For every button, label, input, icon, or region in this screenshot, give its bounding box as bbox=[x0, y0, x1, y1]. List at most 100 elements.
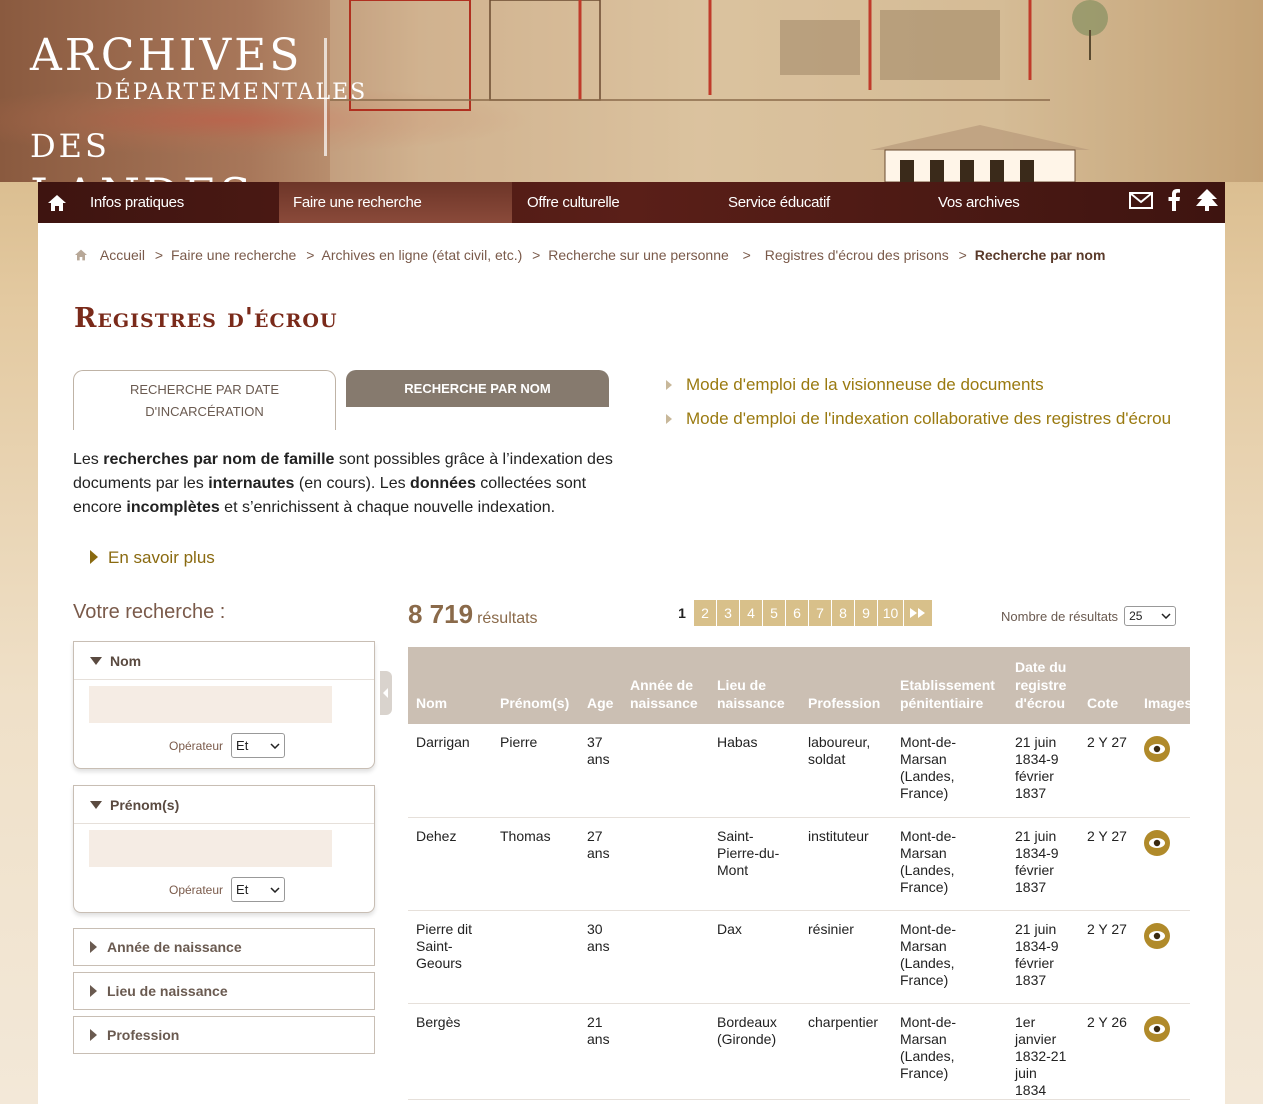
cell-profession: résinier bbox=[800, 910, 892, 1004]
eye-icon[interactable] bbox=[1144, 922, 1170, 949]
nav-faire-une-recherche[interactable]: Faire une recherche bbox=[279, 182, 512, 223]
cell-prenom bbox=[492, 910, 579, 1004]
col-header-profession[interactable]: Profession bbox=[800, 647, 892, 724]
operator-value: Et bbox=[236, 738, 249, 753]
page-1[interactable]: 1 bbox=[671, 600, 693, 626]
col-header-prenom[interactable]: Prénom(s) bbox=[492, 647, 579, 724]
col-header-nom[interactable]: Nom bbox=[408, 647, 492, 724]
col-header-cote[interactable]: Cote bbox=[1079, 647, 1136, 724]
col-header-age[interactable]: Age bbox=[579, 647, 622, 724]
mail-icon[interactable] bbox=[1129, 191, 1153, 214]
filter-prenom-header[interactable]: Prénom(s) bbox=[74, 786, 374, 824]
cell-date: 21 juin 1834-9 février 1837 bbox=[1007, 910, 1079, 1004]
cell-cote: 2 Y 27 bbox=[1079, 817, 1136, 911]
intro-bold: données bbox=[410, 475, 476, 492]
results-count: 8 719 résultats bbox=[408, 599, 538, 630]
home-icon[interactable] bbox=[38, 182, 76, 223]
cell-etablissement: Mont-de-Marsan (Landes, France) bbox=[892, 1003, 1007, 1100]
filter-nom-header[interactable]: Nom bbox=[74, 642, 374, 680]
table-row: Darrigan Pierre 37 ans Habas laboureur, … bbox=[408, 724, 1190, 818]
breadcrumb-registres-ecrou[interactable]: Registres d'écrou des prisons bbox=[765, 247, 949, 263]
cell-prenom: Thomas bbox=[492, 817, 579, 911]
breadcrumb-faire-une-recherche[interactable]: Faire une recherche bbox=[171, 247, 296, 263]
site-logo[interactable]: ARCHIVES DÉPARTEMENTALES des LANDES bbox=[30, 30, 365, 182]
cell-etablissement: Mont-de-Marsan (Landes, France) bbox=[892, 910, 1007, 1004]
intro-bold: internautes bbox=[208, 475, 295, 492]
intro-part: (en cours). Les bbox=[294, 475, 411, 492]
page-8[interactable]: 8 bbox=[832, 600, 854, 626]
eye-icon[interactable] bbox=[1144, 736, 1170, 762]
facebook-icon[interactable] bbox=[1167, 189, 1181, 216]
filter-annee-naissance[interactable]: Année de naissance bbox=[73, 928, 375, 966]
cell-annee bbox=[622, 817, 709, 911]
page-title: Registres d'écrou bbox=[74, 303, 338, 334]
col-header-date-registre[interactable]: Date du registre d'écrou bbox=[1007, 647, 1079, 724]
next-pages-icon[interactable] bbox=[904, 600, 932, 626]
intro-part: Les bbox=[73, 451, 104, 468]
col-header-lieu-naissance[interactable]: Lieu de naissance bbox=[709, 647, 800, 724]
page-3[interactable]: 3 bbox=[717, 600, 739, 626]
page-2[interactable]: 2 bbox=[694, 600, 716, 626]
cell-lieu: Saint-Pierre-du-Mont bbox=[709, 817, 800, 911]
filter-nom: Nom Opérateur Et bbox=[73, 641, 375, 769]
triangle-right-icon bbox=[666, 380, 672, 390]
nav-service-educatif[interactable]: Service éducatif bbox=[713, 182, 923, 223]
tab-recherche-par-nom[interactable]: RECHERCHE PAR NOM bbox=[346, 370, 609, 407]
filter-lieu-naissance[interactable]: Lieu de naissance bbox=[73, 972, 375, 1010]
breadcrumb-accueil[interactable]: Accueil bbox=[100, 247, 145, 263]
col-header-etablissement[interactable]: Etablissement pénitentiaire bbox=[892, 647, 1007, 724]
page-5[interactable]: 5 bbox=[763, 600, 785, 626]
table-row: Bergès 21 ans Bordeaux (Gironde) charpen… bbox=[408, 1003, 1190, 1100]
filter-prenom-label: Prénom(s) bbox=[110, 796, 180, 813]
tab-recherche-par-date[interactable]: RECHERCHE PAR DATE D'INCARCÉRATION bbox=[73, 370, 336, 430]
pagination: 1 2 3 4 5 6 7 8 9 10 bbox=[671, 600, 932, 626]
results-count-label: résultats bbox=[477, 610, 538, 627]
breadcrumb-separator: > bbox=[958, 247, 967, 263]
filter-profession[interactable]: Profession bbox=[73, 1016, 375, 1054]
nom-operator: Opérateur Et bbox=[169, 733, 286, 758]
eye-icon[interactable] bbox=[1144, 829, 1170, 856]
results-count-number: 8 719 bbox=[408, 599, 474, 629]
col-header-annee-naissance[interactable]: Année de naissance bbox=[622, 647, 709, 724]
mode-link-indexation[interactable]: Mode d'emploi de l'indexation collaborat… bbox=[666, 409, 1171, 429]
cell-date: 21 juin 1834-9 février 1837 bbox=[1007, 724, 1079, 818]
prenom-operator: Opérateur Et bbox=[169, 877, 286, 902]
mode-link-visionneuse[interactable]: Mode d'emploi de la visionneuse de docum… bbox=[666, 375, 1171, 395]
chevron-right-icon bbox=[90, 1029, 97, 1041]
nom-operator-select[interactable]: Et bbox=[231, 733, 286, 758]
page-4[interactable]: 4 bbox=[740, 600, 762, 626]
sidebar-collapse-handle[interactable] bbox=[380, 671, 392, 715]
chevron-right-icon bbox=[90, 985, 97, 997]
page-6[interactable]: 6 bbox=[786, 600, 808, 626]
home-small-icon[interactable] bbox=[74, 247, 92, 263]
operator-value: Et bbox=[236, 882, 249, 897]
nom-input[interactable] bbox=[89, 686, 332, 723]
filter-prenom: Prénom(s) Opérateur Et bbox=[73, 785, 375, 913]
nav-vos-archives[interactable]: Vos archives bbox=[923, 182, 1103, 223]
tab-date-label-line1: RECHERCHE PAR DATE bbox=[129, 382, 280, 397]
per-page-select[interactable]: 25 bbox=[1124, 606, 1177, 626]
prenom-operator-select[interactable]: Et bbox=[231, 877, 286, 902]
chevron-down-icon bbox=[270, 886, 280, 893]
filter-label: Lieu de naissance bbox=[107, 983, 228, 999]
results-per-page: Nombre de résultats 25 bbox=[1001, 606, 1177, 626]
per-page-label: Nombre de résultats bbox=[1001, 608, 1119, 624]
page-9[interactable]: 9 bbox=[855, 600, 877, 626]
nav-infos-pratiques[interactable]: Infos pratiques bbox=[76, 182, 279, 223]
page-7[interactable]: 7 bbox=[809, 600, 831, 626]
page-10[interactable]: 10 bbox=[878, 600, 903, 626]
family-tree-icon[interactable] bbox=[1195, 189, 1219, 216]
tab-nom-label: RECHERCHE PAR NOM bbox=[404, 381, 551, 396]
eye-icon[interactable] bbox=[1144, 1015, 1170, 1042]
prenom-input[interactable] bbox=[89, 830, 332, 867]
col-header-images[interactable]: Images associées bbox=[1136, 647, 1190, 724]
cell-lieu: Habas bbox=[709, 724, 800, 818]
breadcrumb-recherche-personne[interactable]: Recherche sur une personne bbox=[548, 247, 729, 263]
nav-offre-culturelle[interactable]: Offre culturelle bbox=[512, 182, 713, 223]
operator-label: Opérateur bbox=[169, 738, 224, 753]
en-savoir-plus-link[interactable]: En savoir plus bbox=[90, 548, 215, 568]
cell-images bbox=[1136, 910, 1190, 1004]
breadcrumb-archives-en-ligne[interactable]: Archives en ligne (état civil, etc.) bbox=[322, 247, 523, 263]
filter-nom-label: Nom bbox=[110, 652, 142, 669]
per-page-value: 25 bbox=[1129, 609, 1143, 623]
